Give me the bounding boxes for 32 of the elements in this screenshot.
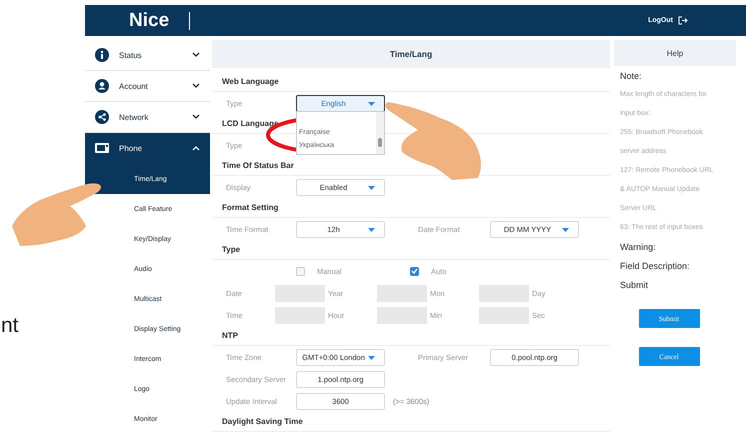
checkbox[interactable] xyxy=(296,266,305,276)
chevron-icon xyxy=(192,52,200,58)
chevron-icon xyxy=(192,145,200,151)
logo: Nice xyxy=(129,10,170,32)
caret-icon xyxy=(368,356,375,360)
network-icon xyxy=(95,110,109,124)
user-icon xyxy=(95,79,109,93)
section-heading: NTP xyxy=(212,326,610,346)
caret-icon xyxy=(562,228,569,232)
panel-title: Time/Lang xyxy=(212,40,610,68)
sidebar-item[interactable]: Phone xyxy=(85,133,210,164)
section-heading: Daylight Saving Time xyxy=(212,412,610,432)
chevron-icon xyxy=(192,83,200,89)
section-heading: Format Setting xyxy=(212,198,610,218)
help-heading: Note: xyxy=(619,70,643,82)
help-heading: Field Description: xyxy=(619,260,691,273)
section-heading: Type xyxy=(212,240,610,260)
section-heading: Web Language xyxy=(212,72,610,92)
caret-icon xyxy=(368,186,375,190)
caption-text: nt xyxy=(1,314,19,338)
caret-icon xyxy=(368,228,375,232)
chevron-icon xyxy=(192,114,200,120)
sidebar-item[interactable]: Status xyxy=(85,40,210,71)
checkbox[interactable] xyxy=(410,266,419,276)
help-heading: Warning: xyxy=(619,240,657,254)
sidebar-item[interactable]: Account xyxy=(85,71,210,102)
help-title: Help xyxy=(614,40,736,66)
info-icon xyxy=(95,48,109,62)
logout-icon xyxy=(678,16,688,25)
help-heading: Submit xyxy=(619,278,650,292)
phone-icon xyxy=(95,141,109,155)
caret-icon xyxy=(368,102,375,106)
